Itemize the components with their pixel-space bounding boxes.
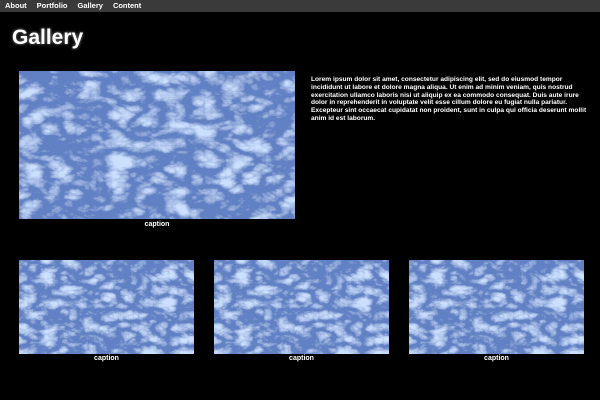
nav-link-gallery[interactable]: Gallery [73,0,108,12]
smoke-texture-image [214,260,389,354]
featured-image[interactable] [19,71,295,219]
smoke-texture-image [409,260,584,354]
gallery-image-1[interactable] [19,260,194,354]
gallery-image-2[interactable] [214,260,389,354]
gallery-caption-1: caption [94,355,119,362]
nav-link-content[interactable]: Content [108,0,146,12]
nav-link-portfolio[interactable]: Portfolio [32,0,73,12]
gallery-caption-3: caption [484,355,509,362]
nav-link-about[interactable]: About [0,0,32,12]
top-nav: About Portfolio Gallery Content [0,0,600,12]
page-title: Gallery [12,26,84,49]
smoke-texture-image [19,260,194,354]
featured-description: Lorem ipsum dolor sit amet, consectetur … [311,76,587,122]
featured-caption: caption [144,221,170,228]
gallery-image-3[interactable] [409,260,584,354]
gallery-caption-2: caption [289,355,314,362]
smoke-texture-image [19,71,295,219]
